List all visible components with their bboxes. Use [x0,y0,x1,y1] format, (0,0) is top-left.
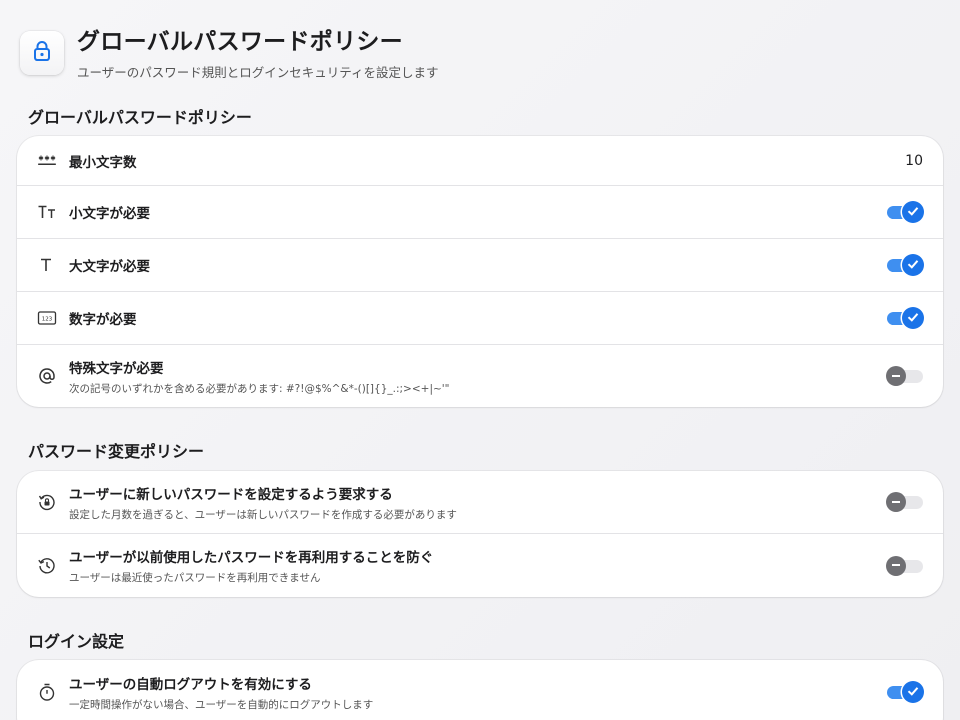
minus-icon [890,556,902,575]
numbers-toggle[interactable] [887,307,924,329]
login-card: ユーザーの自動ログアウトを有効にする 一定時間操作がない場合、ユーザーを自動的に… [17,660,943,720]
require-new-toggle[interactable] [886,491,923,513]
svg-text:123: 123 [42,316,53,322]
prevent-reuse-row: ユーザーが以前使用したパスワードを再利用することを防ぐ ユーザーは最近使ったパス… [17,534,943,597]
numbers-row: 123 数字が必要 [17,292,943,345]
checkmark-icon [906,683,920,702]
uppercase-toggle[interactable] [887,254,924,276]
special-toggle[interactable] [886,365,923,387]
require-new-label: ユーザーに新しいパスワードを設定するよう要求する [69,486,393,503]
lowercase-row: 小文字が必要 [17,186,943,239]
min-length-row[interactable]: 最小文字数 10 [17,136,943,186]
special-row: 特殊文字が必要 次の記号のいずれかを含める必要があります: #?!@$%^&*-… [17,345,943,407]
prevent-reuse-toggle[interactable] [886,555,923,577]
prevent-reuse-label: ユーザーが以前使用したパスワードを再利用することを防ぐ [69,550,434,566]
lock-icon [32,40,52,66]
section-heading-login: ログイン設定 [28,632,125,651]
number-pad-icon: 123 [37,308,57,328]
dots-icon [37,151,57,171]
prevent-reuse-description: ユーザーは最近使ったパスワードを再利用できません [69,572,321,584]
auto-logout-description: 一定時間操作がない場合、ユーザーを自動的にログアウトします [69,698,374,711]
app-icon [20,31,64,75]
special-description: 次の記号のいずれかを含める必要があります: #?!@$%^&*-()[]{}_.… [69,382,450,395]
text-size-icon [37,202,57,222]
password-policy-card: 最小文字数 10 小文字が必要 大文字が必要 123 数字が必要 特殊文字が必要… [17,136,943,407]
minus-icon [890,493,902,512]
special-label: 特殊文字が必要 [69,360,164,377]
section-heading-password-policy: グローバルパスワードポリシー [28,108,252,127]
section-heading-change-policy: パスワード変更ポリシー [28,442,205,461]
min-length-value[interactable]: 10 [905,153,923,169]
minus-icon [890,367,902,386]
min-length-label: 最小文字数 [69,154,137,171]
timer-icon [37,682,57,702]
checkmark-icon [906,309,920,328]
checkmark-icon [906,256,920,275]
history-icon [37,556,57,576]
checkmark-icon [906,203,920,222]
text-icon [37,255,57,275]
uppercase-row: 大文字が必要 [17,239,943,292]
auto-logout-label: ユーザーの自動ログアウトを有効にする [69,676,312,693]
page-header: グローバルパスワードポリシー ユーザーのパスワード規則とログインセキュリティを設… [20,28,439,80]
page-title: グローバルパスワードポリシー [77,29,403,55]
at-sign-icon [37,366,57,386]
page-subtitle: ユーザーのパスワード規則とログインセキュリティを設定します [77,65,439,80]
change-policy-card: ユーザーに新しいパスワードを設定するよう要求する 設定した月数を過ぎると、ユーザ… [17,471,943,597]
uppercase-label: 大文字が必要 [69,259,150,275]
numbers-label: 数字が必要 [69,312,137,328]
auto-logout-toggle[interactable] [887,681,924,703]
require-new-description: 設定した月数を過ぎると、ユーザーは新しいパスワードを作成する必要があります [69,508,457,521]
rotate-lock-icon [37,492,57,512]
require-new-row: ユーザーに新しいパスワードを設定するよう要求する 設定した月数を過ぎると、ユーザ… [17,471,943,534]
lowercase-label: 小文字が必要 [69,206,150,222]
lowercase-toggle[interactable] [887,201,924,223]
auto-logout-row: ユーザーの自動ログアウトを有効にする 一定時間操作がない場合、ユーザーを自動的に… [17,660,943,720]
